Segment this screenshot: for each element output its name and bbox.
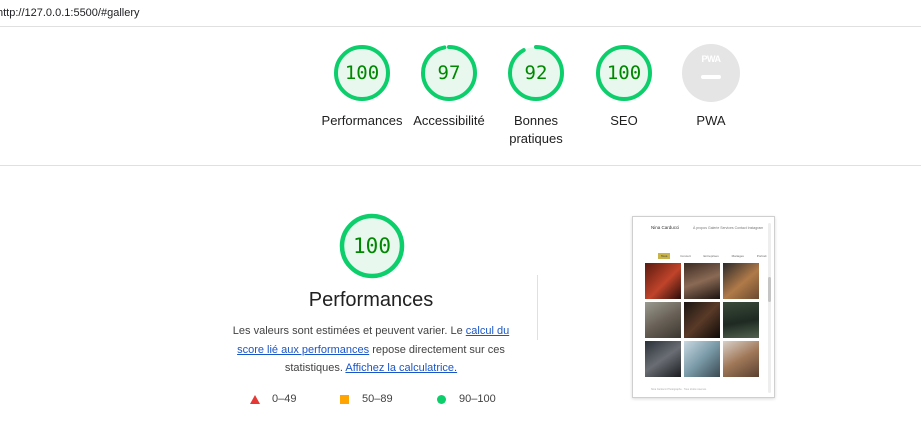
category-label-line: Bonnes [513,113,559,128]
score-description: Les valeurs sont estimées et peuvent var… [232,322,510,378]
pwa-badge-text: PWA [701,54,721,64]
score-value: 92 [524,62,548,84]
category-label: Performances [321,113,403,128]
photo-outdoor-image [723,302,759,338]
photo-portrait-image [723,341,759,377]
photo-business-image [645,341,681,377]
score-gauge: 92 [507,44,565,102]
thumbnail-filter-tabs: Tous Concert Entreprises Mariages Portra… [658,253,774,259]
category-label: Accessibilité [413,113,485,128]
score-gauge: 100 [595,44,653,102]
divider [537,275,538,340]
gauge-performances[interactable]: 100 Performances [317,44,407,130]
photo-concert-image [684,341,720,377]
thumbnail-tab: Concert [680,254,691,258]
square-average-icon [340,395,349,404]
score-gauge: 97 [420,44,478,102]
legend-range: 0–49 [272,393,297,405]
category-label: SEO [610,113,638,128]
score-gauge: 100 [333,44,391,102]
page-screenshot-thumbnail[interactable]: Nina Carducci À propos Galerie Services … [632,216,775,398]
category-label: PWA [696,113,726,128]
pwa-badge-icon: PWA [682,44,740,102]
triangle-fail-icon [250,395,260,404]
thumbnail-nav: À propos Galerie Services Contact Instag… [693,226,764,230]
category-label-line: pratiques [509,131,563,146]
photo-wedding-image [645,302,681,338]
score-value: 100 [606,62,642,84]
thumbnail-tab: Tous [658,253,671,259]
score-value: 100 [353,234,391,258]
thumbnail-tab: Mariages [731,254,744,258]
thumbnail-brand: Nina Carducci [651,225,680,230]
photo-event-image [723,263,759,299]
circle-pass-icon [437,395,446,404]
photo-portrait-image [684,302,720,338]
thumbnail-tab: Entreprises [703,254,719,258]
legend-range: 90–100 [459,393,496,405]
gauge-pwa[interactable]: PWA PWA [666,44,756,130]
category-label: Bonnes pratiques [491,112,581,148]
photo-portrait-image [684,263,720,299]
thumbnail-footer: Nina Carducci Photographe · Tous droits … [651,388,707,391]
legend-range: 50–89 [362,393,393,405]
gauge-best-practices[interactable]: 92 Bonnes pratiques [491,44,581,148]
photo-concert-image [645,263,681,299]
pwa-dash [701,75,721,79]
scores-summary: 100 Performances 97 Accessibilité 92 Bon… [0,27,921,166]
performance-score-gauge: 100 [339,213,405,279]
thumbnail-scrollbar [768,223,771,393]
section-title: Performances [308,289,434,311]
address-bar[interactable]: http://127.0.0.1:5500/#gallery [0,0,921,27]
gauge-accessibility[interactable]: 97 Accessibilité [404,44,494,130]
gauge-seo[interactable]: 100 SEO [579,44,669,130]
score-value: 97 [437,62,461,84]
url-text: http://127.0.0.1:5500/#gallery [0,7,140,19]
desc-text: Les valeurs sont estimées et peuvent var… [232,325,466,337]
thumbnail-scroll-thumb [768,277,771,302]
score-value: 100 [344,62,380,84]
calculator-link[interactable]: Affichez la calculatrice. [345,362,457,374]
